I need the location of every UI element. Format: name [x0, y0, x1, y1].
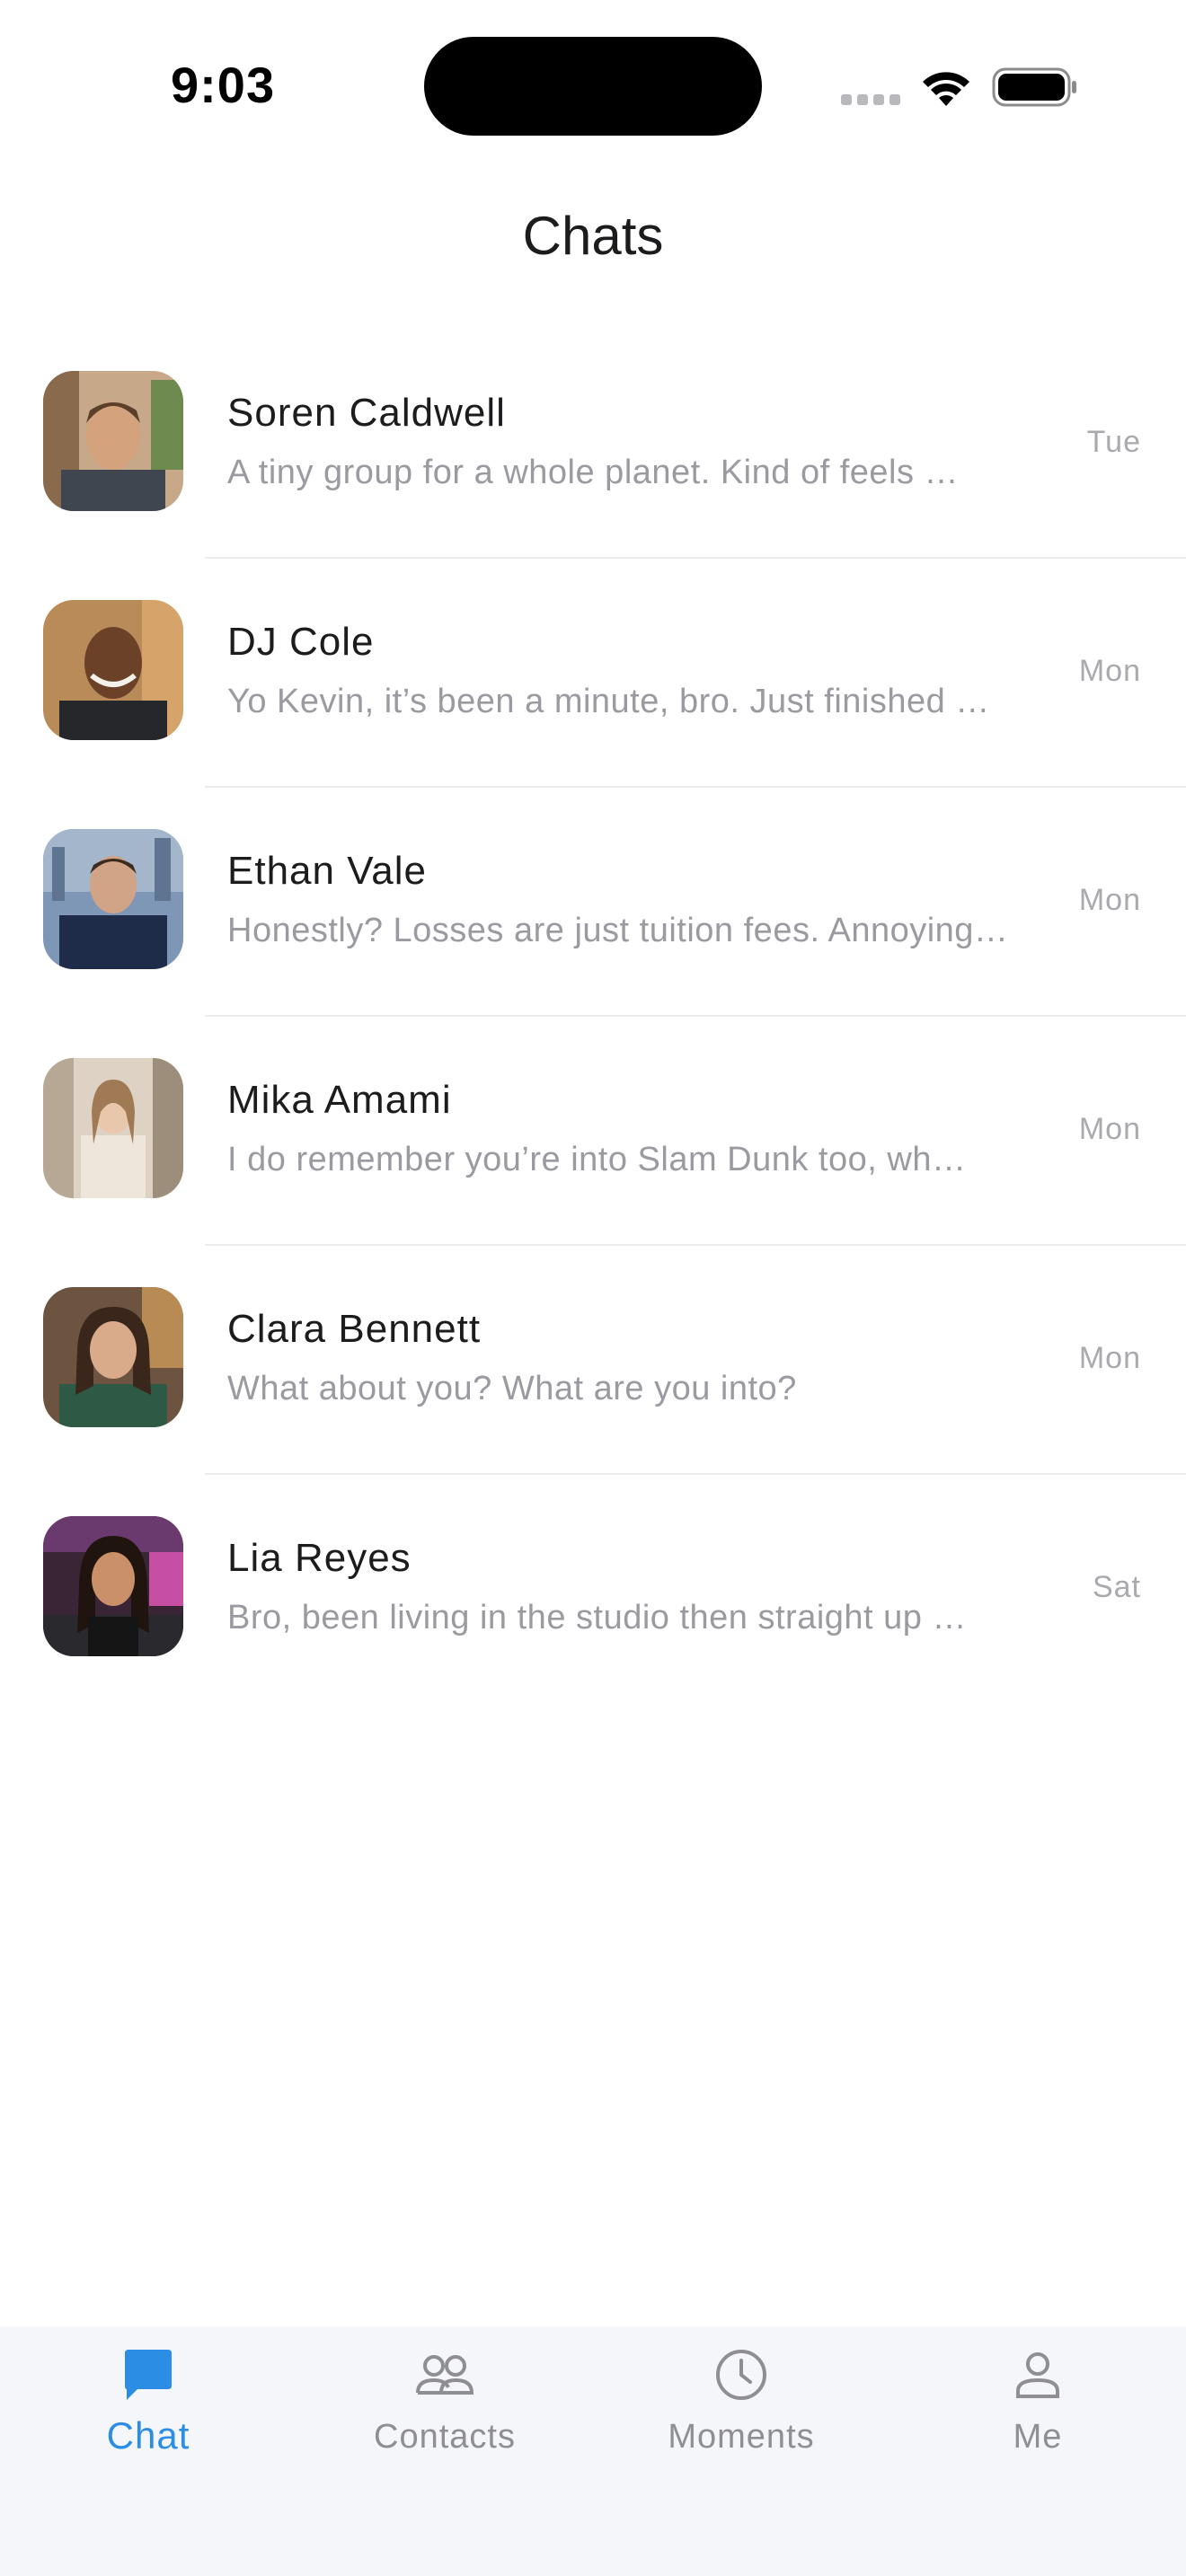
chat-time: Tue	[1086, 425, 1141, 459]
tab-label: Contacts	[374, 2418, 516, 2456]
chat-preview: What about you? What are you into?	[227, 1370, 797, 1407]
chat-name: Ethan Vale	[227, 849, 428, 893]
tab-label: Me	[1013, 2418, 1063, 2456]
status-bar: 9:03	[0, 0, 1186, 162]
chat-row-ethan-vale[interactable]: Ethan Vale Honestly? Losses are just tui…	[0, 788, 1186, 1017]
chat-preview: I do remember you’re into Slam Dunk too,…	[227, 1141, 967, 1178]
status-time: 9:03	[171, 57, 276, 113]
chat-row-mika-amami[interactable]: Mika Amami I do remember you’re into Sla…	[0, 1017, 1186, 1246]
chat-bubble-icon	[119, 2346, 177, 2408]
chat-row-dj-cole[interactable]: DJ Cole Yo Kevin, it’s been a minute, br…	[0, 559, 1186, 788]
person-icon	[1009, 2346, 1067, 2408]
chat-preview: Bro, been living in the studio then stra…	[227, 1599, 967, 1636]
avatar	[43, 829, 183, 969]
tab-contacts[interactable]: Contacts	[296, 2326, 593, 2576]
tab-label: Moments	[668, 2418, 815, 2456]
chat-time: Mon	[1078, 883, 1141, 917]
avatar	[43, 1516, 183, 1656]
chat-time: Mon	[1078, 1341, 1141, 1375]
chat-name: Mika Amami	[227, 1078, 452, 1122]
tab-moments[interactable]: Moments	[593, 2326, 890, 2576]
chat-row-soren-caldwell[interactable]: Soren Caldwell A tiny group for a whole …	[0, 330, 1186, 559]
chat-name: DJ Cole	[227, 620, 375, 664]
page-title: Chats	[522, 206, 664, 266]
chat-preview: A tiny group for a whole planet. Kind of…	[227, 454, 960, 491]
avatar	[43, 1287, 183, 1427]
chat-row-lia-reyes[interactable]: Lia Reyes Bro, been living in the studio…	[0, 1475, 1186, 1704]
contacts-icon	[412, 2346, 477, 2408]
chat-time: Mon	[1078, 654, 1141, 688]
tab-chat[interactable]: Chat	[0, 2326, 296, 2576]
chat-name: Soren Caldwell	[227, 391, 506, 435]
avatar	[43, 371, 183, 511]
chat-list: Soren Caldwell A tiny group for a whole …	[0, 330, 1186, 1704]
chat-preview: Yo Kevin, it’s been a minute, bro. Just …	[227, 683, 990, 720]
chat-time: Sat	[1092, 1570, 1141, 1604]
chat-name: Clara Bennett	[227, 1307, 482, 1351]
tab-me[interactable]: Me	[890, 2326, 1186, 2576]
wifi-icon	[918, 66, 974, 112]
chat-row-clara-bennett[interactable]: Clara Bennett What about you? What are y…	[0, 1246, 1186, 1475]
chat-time: Mon	[1078, 1112, 1141, 1146]
battery-icon	[992, 66, 1078, 112]
dynamic-island	[424, 37, 762, 136]
clock-icon	[712, 2346, 770, 2408]
chat-name: Lia Reyes	[227, 1536, 412, 1580]
tab-label: Chat	[106, 2414, 190, 2457]
avatar	[43, 1058, 183, 1198]
tab-bar: Chat Contacts Moments Me	[0, 2326, 1186, 2576]
cellular-signal-icon	[841, 93, 906, 110]
chat-preview: Honestly? Losses are just tuition fees. …	[227, 912, 1009, 949]
avatar	[43, 600, 183, 740]
